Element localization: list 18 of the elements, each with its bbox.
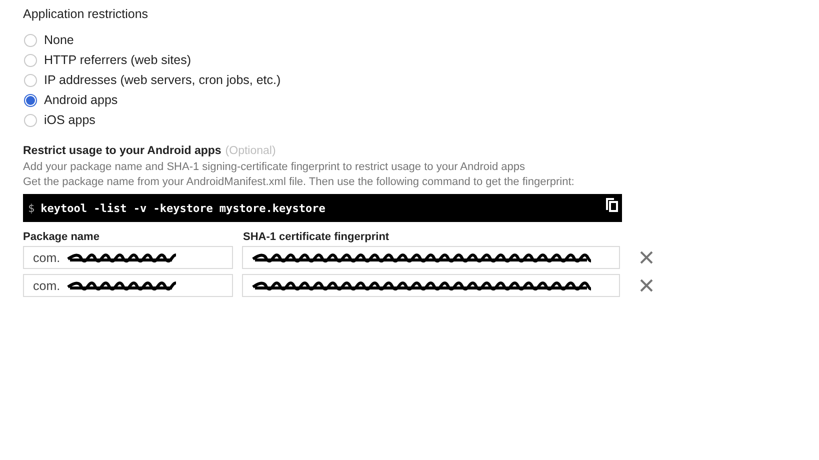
option-label[interactable]: HTTP referrers (web sites) [44, 53, 192, 67]
column-label: Package name [23, 231, 100, 243]
optional-label: (Optional) [225, 145, 276, 157]
package-name-field[interactable]: com. [23, 274, 234, 297]
field-value: com. [33, 278, 60, 292]
subsection-title: Restrict usage to your Android apps [23, 145, 222, 157]
prompt-symbol: $ [28, 202, 35, 214]
command-text: keytool -list -v -keystore mystore.keystore [40, 202, 326, 214]
description-text: Add your package name and SHA-1 signing-certificate fingerprint to restrict usage to your Android apps [23, 161, 526, 173]
option-label[interactable]: None [44, 33, 74, 47]
option-label[interactable]: iOS apps [44, 113, 96, 127]
section-title: Application restrictions [23, 7, 148, 21]
field-value: com. [33, 250, 60, 264]
column-label: SHA-1 certificate fingerprint [243, 231, 390, 243]
package-name-field[interactable]: com. [23, 246, 234, 269]
option-label[interactable]: IP addresses (web servers, cron jobs, etc.) [44, 73, 281, 87]
option-label[interactable]: Android apps [44, 93, 118, 107]
description-text: Get the package name from your AndroidManifest.xml file. Then use the following command to get the fingerprint: [23, 176, 576, 188]
